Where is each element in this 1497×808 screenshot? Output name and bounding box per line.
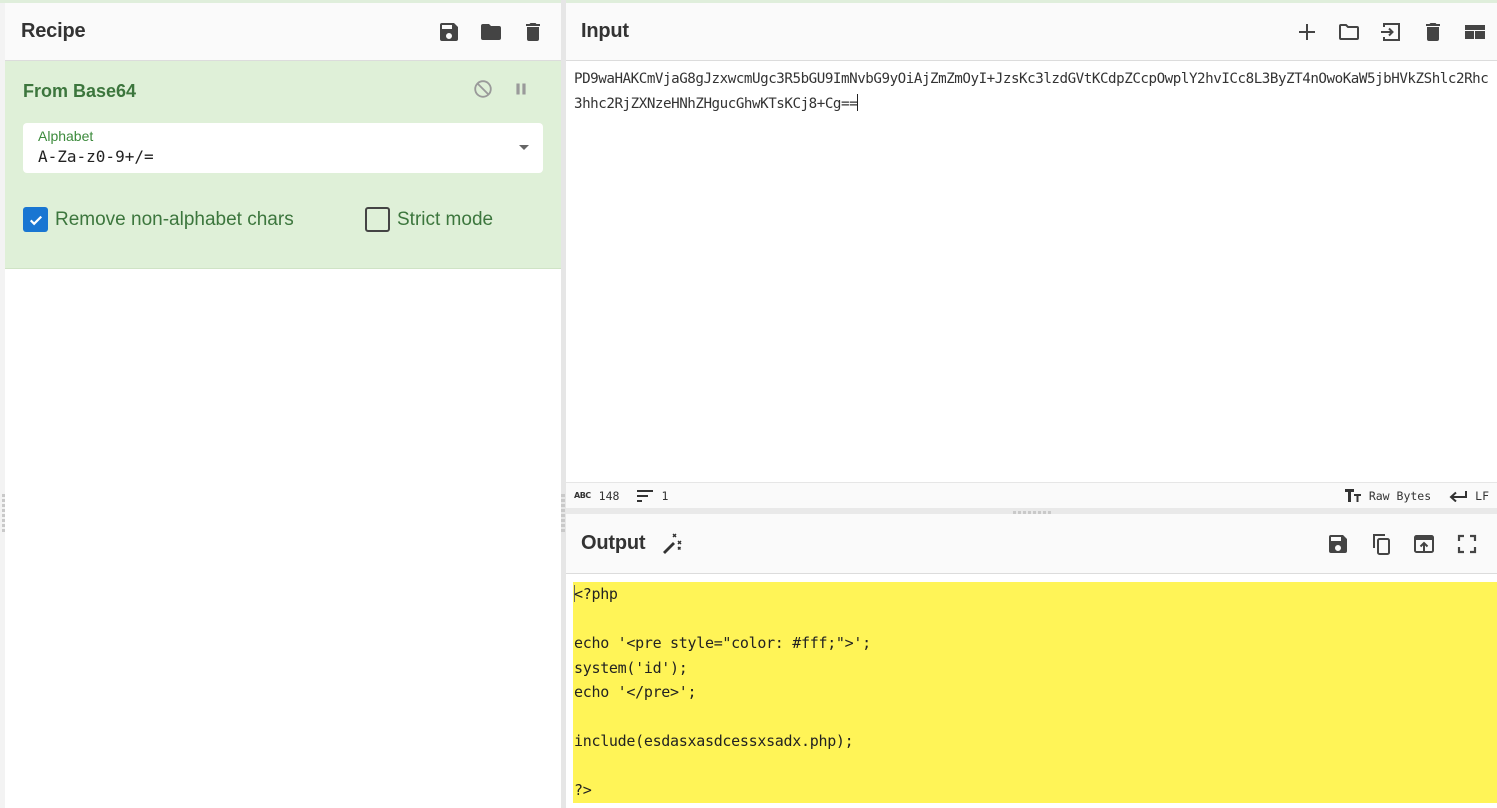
layout-icon xyxy=(1465,24,1485,39)
magic-wand-icon xyxy=(663,532,682,554)
alphabet-label: Alphabet xyxy=(38,128,94,144)
recipe-header: Recipe xyxy=(5,3,561,61)
remove-non-alphabet-checkbox[interactable]: Remove non-alphabet chars xyxy=(23,207,294,232)
return-arrow-icon xyxy=(1449,490,1468,502)
alphabet-select[interactable]: Alphabet A-Za-z0-9+/= xyxy=(23,123,543,173)
chevron-down-icon xyxy=(519,145,529,150)
input-header: Input xyxy=(566,3,1497,61)
trash-icon xyxy=(526,22,540,41)
copy-icon xyxy=(1373,533,1390,555)
maximize-icon xyxy=(1457,534,1477,553)
text-cursor xyxy=(857,94,859,111)
resize-handle-left[interactable] xyxy=(2,494,5,532)
output-pane: Output <?php echo '<pre style="color: #f… xyxy=(566,514,1497,808)
replace-input-button[interactable] xyxy=(1412,532,1436,556)
save-recipe-button[interactable] xyxy=(437,20,461,44)
eol-value: LF xyxy=(1475,488,1489,503)
input-status-bar: ABC 148 1 Raw Bytes LF xyxy=(566,482,1497,508)
checkmark-icon xyxy=(29,215,42,225)
disable-icon xyxy=(474,80,492,98)
resize-handle-middle[interactable] xyxy=(561,494,565,532)
checkbox-checked[interactable] xyxy=(23,207,48,232)
lines-icon xyxy=(637,489,654,502)
checkbox-unchecked[interactable] xyxy=(365,207,390,232)
lines-value: 1 xyxy=(661,488,669,503)
strict-mode-checkbox[interactable]: Strict mode xyxy=(365,207,493,232)
input-title: Input xyxy=(581,20,629,42)
length-indicator: ABC 148 xyxy=(574,489,619,503)
operation-title: From Base64 xyxy=(23,81,137,101)
breakpoint-button[interactable] xyxy=(509,77,533,101)
pause-icon xyxy=(516,83,526,95)
reset-layout-button[interactable] xyxy=(1463,20,1487,44)
input-textarea[interactable]: PD9waHAKCmVjaG8gJzxwcmUgc3R5bGU9ImNvbG9y… xyxy=(566,61,1497,123)
remove-non-alphabet-label: Remove non-alphabet chars xyxy=(55,208,294,230)
recipe-title: Recipe xyxy=(21,20,86,42)
open-folder-button[interactable] xyxy=(1379,20,1403,44)
operation-from-base64: From Base64 Alphabet A-Za-z0-9+/= Remove… xyxy=(5,61,561,269)
abc-icon: ABC xyxy=(574,491,591,500)
alphabet-value: A-Za-z0-9+/= xyxy=(38,147,154,166)
output-area[interactable]: <?php echo '<pre style="color: #fff;">';… xyxy=(573,582,1497,803)
cyberchef-app: Recipe From Base64 Alphabet A-Za-z0-9+/=… xyxy=(0,0,1497,808)
open-file-button[interactable] xyxy=(1337,20,1361,44)
encoding-selector[interactable]: Raw Bytes xyxy=(1344,488,1432,503)
import-icon xyxy=(1381,22,1400,41)
disable-operation-button[interactable] xyxy=(471,77,495,101)
save-output-button[interactable] xyxy=(1326,532,1350,556)
output-title: Output xyxy=(581,532,646,554)
recipe-pane: Recipe From Base64 Alphabet A-Za-z0-9+/=… xyxy=(5,3,561,808)
replace-input-icon xyxy=(1414,534,1434,553)
text-size-icon xyxy=(1344,489,1361,502)
strict-mode-label: Strict mode xyxy=(397,208,494,230)
encoding-value: Raw Bytes xyxy=(1368,488,1432,503)
add-tab-button[interactable] xyxy=(1295,20,1319,44)
input-value: PD9waHAKCmVjaG8gJzxwcmUgc3R5bGU9ImNvbG9y… xyxy=(574,71,1489,112)
save-icon xyxy=(1329,534,1347,553)
output-text: <?php echo '<pre style="color: #fff;">';… xyxy=(574,582,1497,803)
length-value: 148 xyxy=(598,488,620,503)
folder-icon xyxy=(481,23,501,40)
folder-open-icon xyxy=(1339,23,1359,40)
output-value: <?php echo '<pre style="color: #fff;">';… xyxy=(574,585,871,799)
magic-button[interactable] xyxy=(659,532,683,556)
save-icon xyxy=(440,22,458,41)
input-pane: Input PD9waHAKCmVjaG8gJzxwcmUgc3R5bGU9Im… xyxy=(566,3,1497,508)
maximize-output-button[interactable] xyxy=(1455,532,1479,556)
trash-icon xyxy=(1426,22,1440,41)
clear-recipe-button[interactable] xyxy=(521,20,545,44)
output-header: Output xyxy=(566,514,1497,574)
copy-output-button[interactable] xyxy=(1369,532,1393,556)
eol-selector[interactable]: LF xyxy=(1449,489,1489,503)
lines-indicator: 1 xyxy=(637,489,668,503)
clear-input-button[interactable] xyxy=(1421,20,1445,44)
plus-icon xyxy=(1299,23,1315,40)
load-recipe-button[interactable] xyxy=(479,20,503,44)
